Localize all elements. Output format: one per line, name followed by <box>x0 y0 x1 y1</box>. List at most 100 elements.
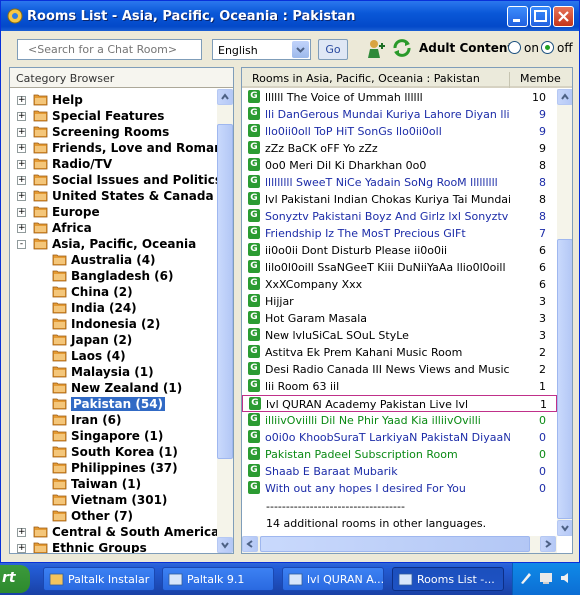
volume-icon[interactable] <box>559 571 573 585</box>
room-row[interactable]: GzZz BaCK oFF Yo zZz 9 <box>242 140 557 157</box>
room-row[interactable]: G 0o0 Meri Dil Ki Dharkhan 0o0 8 <box>242 157 557 174</box>
room-row[interactable]: Go0i0o KhoobSuraT LarkiyaN PakistaN Diya… <box>242 429 557 446</box>
category-item[interactable]: Other (7) <box>10 509 217 525</box>
rooms-scroll-down-button[interactable] <box>557 520 572 536</box>
category-item[interactable]: + Radio/TV <box>10 157 217 173</box>
taskbar-task[interactable]: Rooms List -... <box>392 567 504 591</box>
pen-icon[interactable] <box>519 571 533 585</box>
category-item[interactable]: South Korea (1) <box>10 445 217 461</box>
room-row[interactable]: G Shaab E Baraat Mubarik 0 <box>242 463 557 480</box>
room-row[interactable]: Glvl QURAN Academy Pakistan Live lvl 1 <box>242 395 557 412</box>
category-item[interactable]: Australia (4) <box>10 253 217 269</box>
title-bar[interactable]: Rooms List - Asia, Pacific, Oceania : Pa… <box>1 1 579 31</box>
category-item[interactable]: Vietnam (301) <box>10 493 217 509</box>
category-item[interactable]: + Africa <box>10 221 217 237</box>
room-row[interactable]: G Hot Garam Masala 3 <box>242 310 557 327</box>
category-item[interactable]: Japan (2) <box>10 333 217 349</box>
expand-icon[interactable]: + <box>17 528 26 537</box>
user-add-icon[interactable] <box>366 38 386 60</box>
room-row[interactable]: G Astitva Ek Prem Kahani Music Room 2 <box>242 344 557 361</box>
minimize-button[interactable] <box>507 6 528 27</box>
room-row[interactable]: Gllo0ii0oll ToP HiT SonGs llo0ii0oll 9 <box>242 123 557 140</box>
scroll-down-button[interactable] <box>217 537 233 553</box>
category-scrollbar[interactable] <box>217 89 233 553</box>
adult-on-radio[interactable] <box>508 41 521 54</box>
maximize-button[interactable] <box>530 6 551 27</box>
category-item[interactable]: Iran (6) <box>10 413 217 429</box>
category-item[interactable]: + Social Issues and Politics <box>10 173 217 189</box>
taskbar-task[interactable]: lvl QURAN A... <box>282 567 384 591</box>
room-row[interactable]: G Desi Radio Canada III News Views and Mu… <box>242 361 557 378</box>
room-row[interactable]: G With out any hopes I desired For You 0 <box>242 480 557 497</box>
network-icon[interactable] <box>539 571 553 585</box>
room-row[interactable]: Glilo0l0oill SsaNGeeT Kiii DuNiiYaAa lli… <box>242 259 557 276</box>
room-row[interactable]: Gii0o0ii Dont Disturb Please ii0o0ii 6 <box>242 242 557 259</box>
room-row[interactable]: Glllllllll SweeT NiCe Yadain SoNg RooM l… <box>242 174 557 191</box>
search-input[interactable] <box>17 39 202 60</box>
category-item[interactable]: Malaysia (1) <box>10 365 217 381</box>
category-item[interactable]: + United States & Canada <box>10 189 217 205</box>
horizontal-scroll-thumb[interactable] <box>260 536 530 552</box>
close-button[interactable] <box>553 6 574 27</box>
language-dropdown-button[interactable] <box>292 41 309 58</box>
start-button[interactable]: rt <box>0 565 30 593</box>
category-item[interactable]: Taiwan (1) <box>10 477 217 493</box>
language-select[interactable]: English <box>212 39 311 60</box>
adult-off-radio[interactable] <box>541 41 554 54</box>
room-row[interactable]: G Sonyztv Pakistani Boyz And Girlz lxl So… <box>242 208 557 225</box>
category-item[interactable]: Singapore (1) <box>10 429 217 445</box>
category-item[interactable]: + Central & South America <box>10 525 217 541</box>
category-item[interactable]: New Zealand (1) <box>10 381 217 397</box>
room-row[interactable]: Glvl Pakistani Indian Chokas Kuriya Tai … <box>242 191 557 208</box>
room-row[interactable]: Glli DanGerous Mundai Kuriya Lahore Diya… <box>242 106 557 123</box>
room-row[interactable]: Gllllll The Voice of Ummah llllll 10 <box>242 89 557 106</box>
category-item[interactable]: + Help <box>10 93 217 109</box>
refresh-icon[interactable] <box>391 37 413 59</box>
room-row[interactable]: G Hijjar 3 <box>242 293 557 310</box>
category-item[interactable]: Philippines (37) <box>10 461 217 477</box>
category-item[interactable]: + Special Features <box>10 109 217 125</box>
category-item[interactable]: - Asia, Pacific, Oceania <box>10 237 217 253</box>
category-item[interactable]: Indonesia (2) <box>10 317 217 333</box>
category-label: Radio/TV <box>52 157 113 171</box>
category-item[interactable]: Pakistan (54) <box>10 397 217 413</box>
room-name-column-header[interactable]: Rooms in Asia, Pacific, Oceania : Pakist… <box>252 72 510 88</box>
taskbar-task[interactable]: Paltalk 9.1 <box>162 567 274 591</box>
scroll-up-button[interactable] <box>217 89 233 105</box>
go-button[interactable]: Go <box>318 39 348 60</box>
rooms-scroll-up-button[interactable] <box>557 89 572 105</box>
scroll-right-button[interactable] <box>540 536 556 552</box>
room-row[interactable]: GilliivOviilli Dil Ne Phir Yaad Kia illi… <box>242 412 557 429</box>
rooms-horizontal-scrollbar[interactable] <box>242 536 557 553</box>
rooms-scroll-thumb[interactable] <box>557 239 572 519</box>
category-item[interactable]: India (24) <box>10 301 217 317</box>
room-row[interactable]: G Friendship Iz The MosT Precious GIFt 7 <box>242 225 557 242</box>
category-item[interactable]: Bangladesh (6) <box>10 269 217 285</box>
category-item[interactable]: + Ethnic Groups <box>10 541 217 553</box>
category-item[interactable]: Laos (4) <box>10 349 217 365</box>
taskbar-task[interactable]: Paltalk Instalar <box>43 567 155 591</box>
room-row[interactable]: G Pakistan Padeel Subscription Room 0 <box>242 446 557 463</box>
category-item[interactable]: + Europe <box>10 205 217 221</box>
category-item[interactable]: + Friends, Love and Romance <box>10 141 217 157</box>
expand-icon[interactable]: + <box>17 544 26 553</box>
scroll-thumb[interactable] <box>217 124 233 459</box>
expand-icon[interactable]: + <box>17 112 26 121</box>
room-row[interactable]: G New lvluSiCaL SOuL StyLe 3 <box>242 327 557 344</box>
expand-icon[interactable]: + <box>17 192 26 201</box>
category-item[interactable]: China (2) <box>10 285 217 301</box>
expand-icon[interactable]: + <box>17 96 26 105</box>
expand-icon[interactable]: + <box>17 176 26 185</box>
category-item[interactable]: + Screening Rooms <box>10 125 217 141</box>
expand-icon[interactable]: + <box>17 224 26 233</box>
expand-icon[interactable]: + <box>17 128 26 137</box>
expand-icon[interactable]: + <box>17 144 26 153</box>
expand-icon[interactable]: + <box>17 208 26 217</box>
members-column-header[interactable]: Membe <box>520 72 561 85</box>
rooms-scrollbar[interactable] <box>557 89 572 536</box>
room-row[interactable]: Glii Room 63 iil 1 <box>242 378 557 395</box>
scroll-left-button[interactable] <box>242 536 258 552</box>
room-row[interactable]: G XxXCompany Xxx 6 <box>242 276 557 293</box>
expand-icon[interactable]: + <box>17 160 26 169</box>
collapse-icon[interactable]: - <box>17 240 26 249</box>
